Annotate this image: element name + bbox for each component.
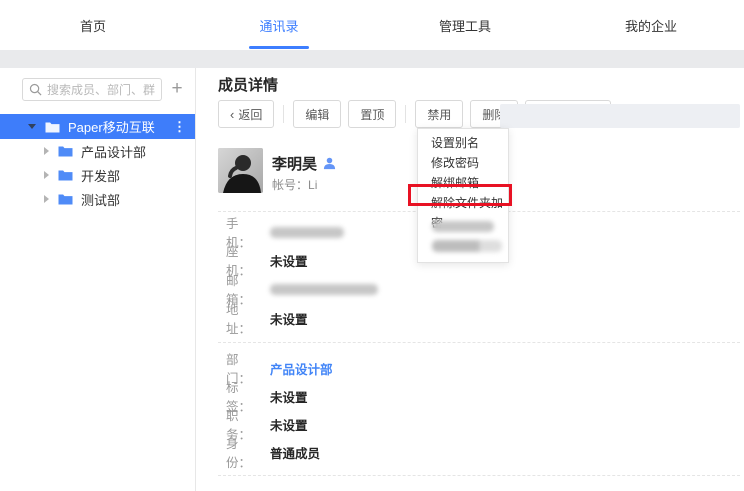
field-row-department: 部门： 产品设计部: [226, 358, 333, 378]
edit-button[interactable]: 编辑: [293, 100, 341, 128]
nav-tab-label: 我的企业: [625, 16, 677, 35]
folder-icon: [58, 169, 73, 181]
search-icon: [29, 83, 42, 96]
field-value: 未设置: [270, 415, 308, 434]
back-chevron-icon: ‹: [230, 107, 234, 122]
account-value: Li: [308, 178, 317, 192]
disable-button-label: 禁用: [427, 106, 451, 123]
tree-node-dept[interactable]: 产品设计部: [0, 139, 195, 163]
add-button[interactable]: +: [164, 76, 190, 102]
back-button[interactable]: ‹ 返回: [218, 100, 274, 128]
nav-tab-label: 管理工具: [439, 16, 491, 35]
field-row-position: 职务： 未设置: [226, 414, 308, 434]
field-value: 未设置: [270, 387, 308, 406]
org-tree: Paper移动互联 ⋮ 产品设计部 开发部: [0, 114, 195, 211]
node-more-actions-icon[interactable]: ⋮: [173, 120, 186, 133]
pin-button[interactable]: 置顶: [348, 100, 396, 128]
tree-node-root-selected[interactable]: Paper移动互联 ⋮: [0, 114, 195, 139]
pin-button-label: 置顶: [360, 106, 384, 123]
field-row-email: 邮箱：: [226, 279, 378, 299]
nav-tab-home[interactable]: 首页: [0, 0, 186, 50]
search-input[interactable]: [22, 78, 162, 101]
folder-icon: [58, 145, 73, 157]
field-value: 未设置: [270, 309, 308, 328]
account-label: 帐号：: [272, 178, 308, 192]
caret-right-icon[interactable]: [44, 195, 49, 203]
avatar: [218, 148, 263, 193]
redacted-phone-value: [270, 227, 344, 238]
folder-icon: [45, 121, 60, 133]
redacted-region: [500, 104, 740, 128]
menu-item-remove-folder-encryption[interactable]: 解除文件夹加密: [418, 193, 508, 213]
field-row-mobile: 手机：: [226, 222, 344, 242]
nav-tab-label: 首页: [80, 16, 106, 35]
field-value: 未设置: [270, 251, 308, 270]
nav-tab-contacts[interactable]: 通讯录: [186, 0, 372, 50]
folder-icon: [58, 193, 73, 205]
tree-node-label: 产品设计部: [81, 142, 146, 161]
tree-node-label: 开发部: [81, 166, 120, 185]
tree-node-label: Paper移动互联: [68, 117, 173, 136]
redacted-menu-item: [432, 221, 494, 232]
more-actions-dropdown: 设置别名 修改密码 解绑邮箱 解除文件夹加密: [417, 128, 509, 263]
tree-node-dept[interactable]: 测试部: [0, 187, 195, 211]
caret-down-icon[interactable]: [28, 124, 36, 129]
caret-right-icon[interactable]: [44, 171, 49, 179]
toolbar-divider: [283, 105, 284, 123]
nav-tab-admin-tools[interactable]: 管理工具: [372, 0, 558, 50]
avatar-photo: [218, 148, 263, 193]
back-button-label: 返回: [238, 106, 262, 123]
member-name: 李明昊: [272, 153, 317, 174]
nav-tab-label: 通讯录: [259, 16, 298, 35]
field-row-identity: 身份： 普通成员: [226, 442, 320, 462]
section-divider: [218, 475, 740, 476]
active-tab-underline: [249, 46, 309, 49]
field-row-address: 地址： 未设置: [226, 308, 308, 328]
edit-button-label: 编辑: [305, 106, 329, 123]
top-nav: 首页 通讯录 管理工具 我的企业: [0, 0, 744, 50]
field-row-tags: 标签： 未设置: [226, 386, 308, 406]
menu-item-change-password[interactable]: 修改密码: [418, 153, 508, 173]
caret-right-icon[interactable]: [44, 147, 49, 155]
header-divider-strip: [0, 50, 744, 68]
account-line: 帐号：Li: [272, 176, 317, 193]
sidebar: + Paper移动互联 ⋮ 产品设计部: [0, 68, 196, 491]
disable-button[interactable]: 禁用: [415, 100, 463, 128]
field-label: 地址：: [226, 299, 262, 337]
field-value: 普通成员: [270, 443, 320, 462]
redacted-menu-item: [432, 240, 502, 252]
nav-tab-my-enterprise[interactable]: 我的企业: [558, 0, 744, 50]
member-name-row: 李明昊: [272, 153, 336, 174]
toolbar-divider: [405, 105, 406, 123]
department-link[interactable]: 产品设计部: [270, 359, 333, 378]
menu-item-unbind-email[interactable]: 解绑邮箱: [418, 173, 508, 193]
menu-item-set-alias[interactable]: 设置别名: [418, 133, 508, 153]
page-title: 成员详情: [218, 74, 278, 95]
member-detail-page: 首页 通讯录 管理工具 我的企业 +: [0, 0, 744, 491]
field-row-landline: 座机： 未设置: [226, 250, 308, 270]
tree-node-label: 测试部: [81, 190, 120, 209]
field-label: 身份：: [226, 433, 262, 471]
section-divider: [218, 342, 740, 343]
tree-node-dept[interactable]: 开发部: [0, 163, 195, 187]
search-box: [22, 78, 162, 101]
redacted-email-value: [270, 284, 378, 295]
user-icon[interactable]: [323, 157, 336, 170]
